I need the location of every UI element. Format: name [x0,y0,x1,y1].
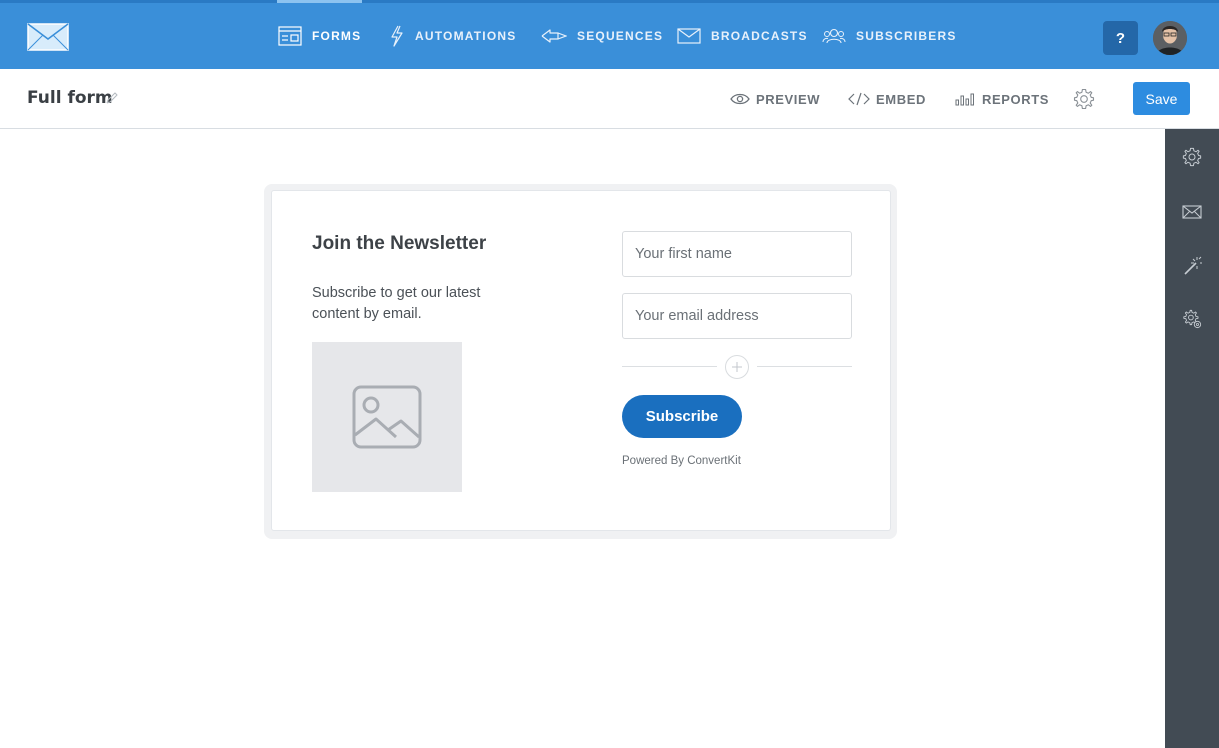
preview-label: PREVIEW [756,91,821,107]
email-field[interactable] [622,293,852,339]
form-editor-header: Full form PREVIEW EMBED REPORTS [0,69,1219,129]
lightning-icon [391,25,403,47]
nav-forms[interactable]: FORMS [276,0,363,69]
form-description[interactable]: Subscribe to get our latest content by e… [312,283,512,325]
reports-label: REPORTS [982,91,1050,107]
nav-subscribers[interactable]: SUBSCRIBERS [822,3,957,69]
bar-chart-icon [955,93,974,106]
nav-broadcasts[interactable]: BROADCASTS [677,3,808,69]
magic-wand-icon[interactable] [1182,256,1202,276]
top-navigation: FORMS AUTOMATIONS SEQUENCES BROADCASTS S… [0,0,1219,69]
powered-by-link[interactable]: Powered By ConvertKit [622,455,741,467]
form-icon [278,26,302,46]
nav-automations[interactable]: AUTOMATIONS [389,3,516,69]
gear-icon[interactable] [1182,147,1202,167]
advanced-settings-icon[interactable] [1182,309,1202,329]
image-icon [352,385,422,449]
form-title[interactable]: Full form [27,88,113,108]
image-placeholder[interactable] [312,342,462,492]
avatar[interactable] [1153,21,1187,55]
envelope-icon[interactable] [1182,202,1202,222]
nav-label: FORMS [312,29,362,43]
nav-label: SEQUENCES [577,29,664,43]
nav-sequences[interactable]: SEQUENCES [541,3,663,69]
code-icon [848,92,870,106]
user-avatar-icon [1153,21,1187,55]
help-button[interactable]: ? [1103,21,1138,55]
right-sidebar [1165,129,1219,748]
form-heading[interactable]: Join the Newsletter [312,233,486,255]
embed-button[interactable]: EMBED [848,89,926,109]
logo-envelope-icon[interactable] [27,23,69,51]
pencil-icon[interactable] [105,91,119,105]
embed-label: EMBED [876,91,926,107]
nav-label: BROADCASTS [711,29,808,43]
preview-button[interactable]: PREVIEW [730,89,820,109]
add-field-button[interactable] [725,355,749,379]
nav-label: SUBSCRIBERS [856,29,957,43]
form-preview[interactable]: Join the Newsletter Subscribe to get our… [271,190,891,531]
reports-button[interactable]: REPORTS [955,89,1049,109]
first-name-field[interactable] [622,231,852,277]
envelope-icon [677,28,701,44]
eye-icon [730,93,750,105]
plus-icon [732,362,742,372]
divider-right [757,366,852,367]
sequence-icon [541,29,567,43]
settings-gear-icon[interactable] [1073,88,1095,110]
users-icon [822,28,846,44]
divider-left [622,366,717,367]
nav-label: AUTOMATIONS [415,29,517,43]
save-button[interactable]: Save [1133,82,1190,115]
subscribe-button[interactable]: Subscribe [622,395,742,438]
